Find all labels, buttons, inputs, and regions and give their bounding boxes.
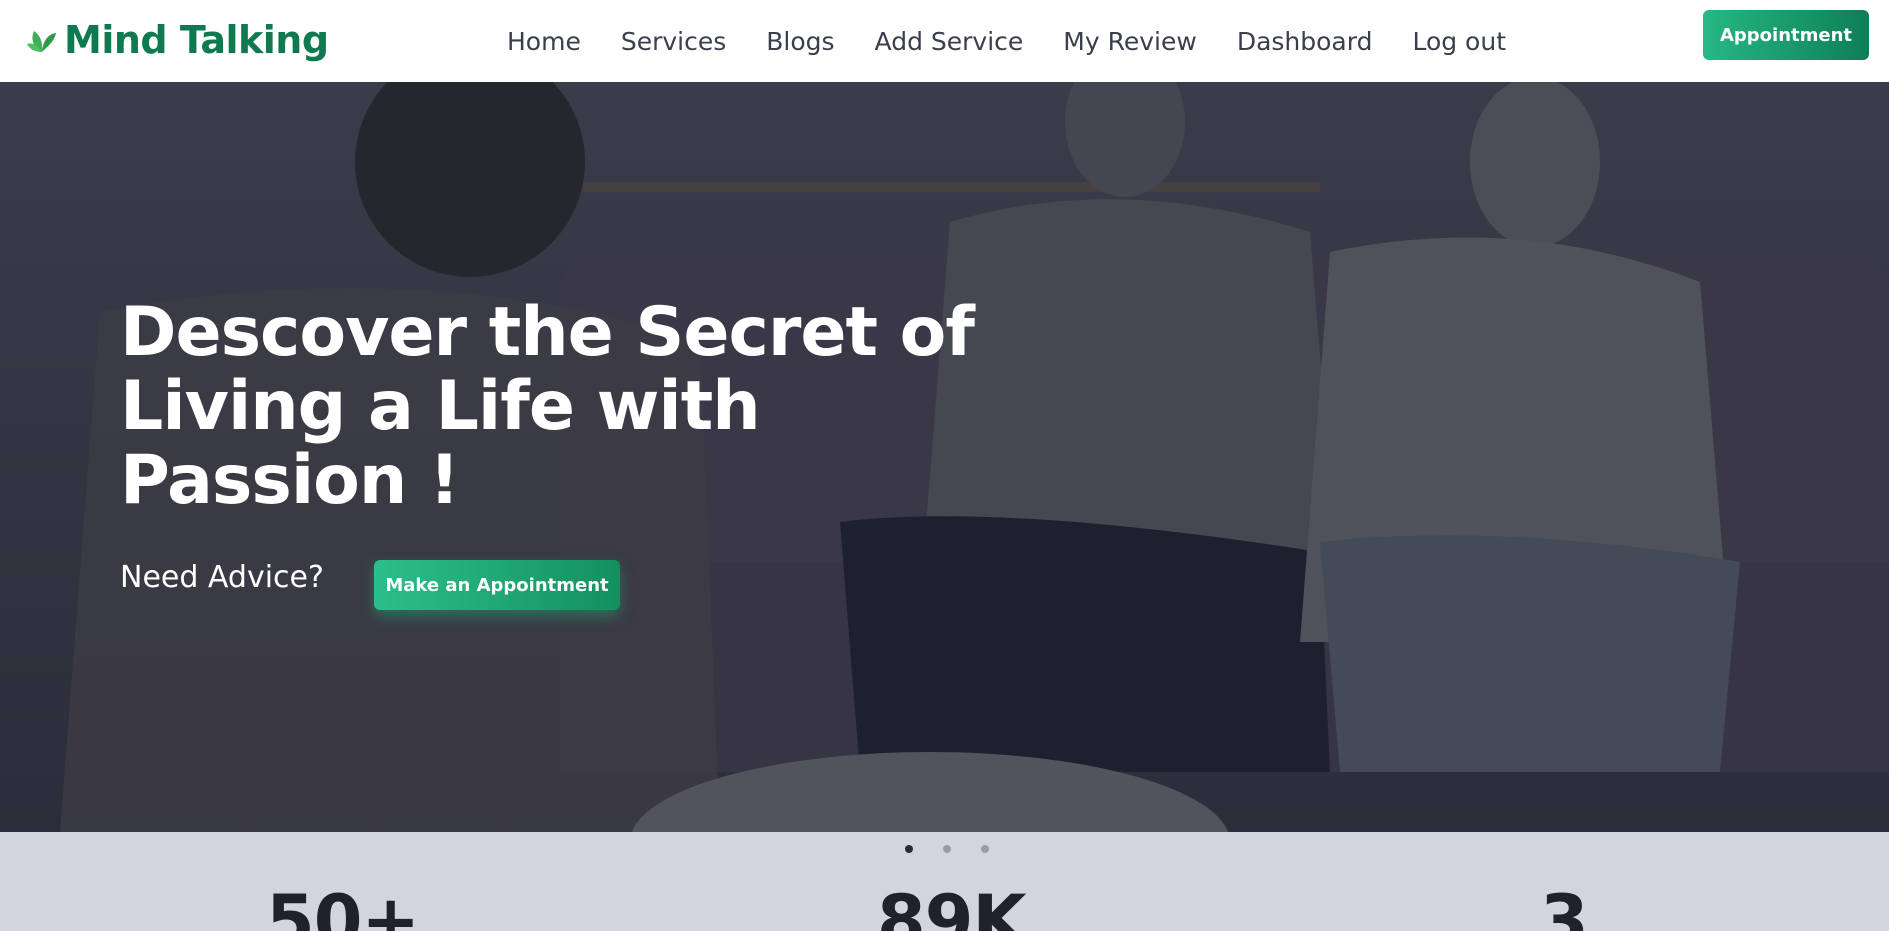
hero-carousel: Descover the Secret of Living a Life wit… [0,82,1889,832]
nav-links: Home Services Blogs Add Service My Revie… [507,0,1506,82]
brand-name: Mind Talking [64,18,329,62]
carousel-dot-3[interactable] [981,845,989,853]
leaf-icon [27,31,56,52]
top-navbar: Mind Talking Home Services Blogs Add Ser… [0,0,1889,82]
stats-section: 50+ 89K 3 [0,870,1889,931]
nav-link-add-service[interactable]: Add Service [875,27,1024,56]
appointment-button[interactable]: Appointment [1703,10,1869,60]
nav-link-home[interactable]: Home [507,27,581,56]
carousel-dot-1[interactable] [905,845,913,853]
nav-link-my-review[interactable]: My Review [1063,27,1197,56]
stat-value-3: 3 [1540,880,1589,931]
hero-subtitle: Need Advice? [120,560,324,595]
brand-logo[interactable]: Mind Talking [24,18,329,62]
carousel-indicators [905,845,989,853]
nav-link-dashboard[interactable]: Dashboard [1237,27,1373,56]
nav-link-blogs[interactable]: Blogs [766,27,834,56]
hero-title: Descover the Secret of Living a Life wit… [120,293,975,520]
stat-value-1: 50+ [266,880,420,931]
stat-value-2: 89K [877,880,1027,931]
nav-link-logout[interactable]: Log out [1412,27,1506,56]
carousel-dot-2[interactable] [943,845,951,853]
nav-link-services[interactable]: Services [621,27,726,56]
make-appointment-button[interactable]: Make an Appointment [374,560,620,610]
